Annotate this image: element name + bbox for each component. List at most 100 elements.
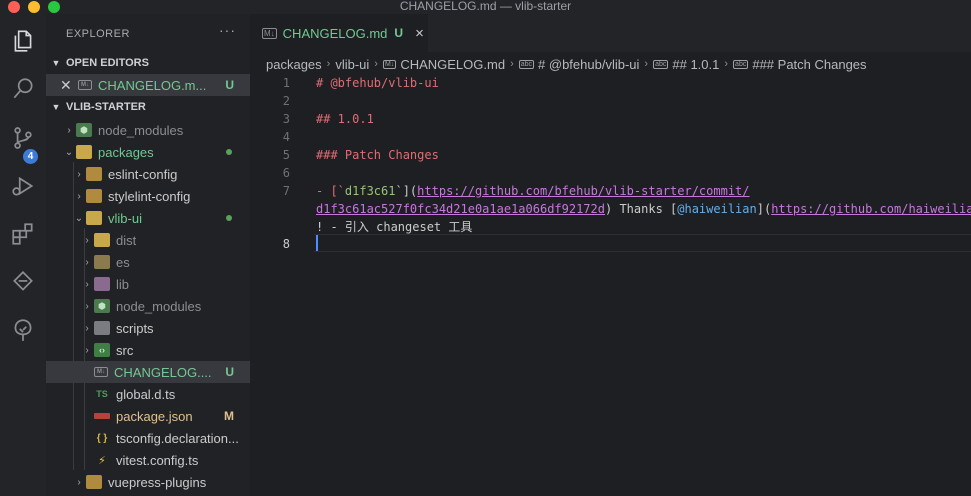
explorer-icon[interactable] bbox=[9, 27, 37, 55]
chevron-right-icon: › bbox=[510, 58, 514, 70]
close-icon[interactable]: × bbox=[415, 25, 424, 42]
breadcrumb-item[interactable]: CHANGELOG.md bbox=[400, 57, 505, 72]
title-bar: CHANGELOG.md — vlib-starter bbox=[0, 0, 971, 14]
chevron-right-icon: › bbox=[724, 58, 729, 70]
folder-open-icon bbox=[86, 211, 102, 225]
current-line-highlight bbox=[314, 234, 971, 252]
tree-item-node-modules-nested[interactable]: › ⬢ node_modules bbox=[46, 295, 250, 317]
close-icon[interactable]: ✕ bbox=[60, 77, 76, 94]
line-number: 8 bbox=[282, 237, 290, 251]
more-actions-icon[interactable]: ··· bbox=[219, 22, 236, 38]
typescript-icon: TS bbox=[96, 389, 108, 399]
window-title: CHANGELOG.md — vlib-starter bbox=[399, 0, 572, 13]
folder-lib-icon bbox=[94, 277, 110, 291]
tree-item-stylelint-config[interactable]: › stylelint-config bbox=[46, 185, 250, 207]
folder-dist-icon bbox=[94, 233, 110, 247]
project-section[interactable]: ▼ VLIB-STARTER bbox=[46, 96, 250, 118]
line-number: 6 bbox=[282, 166, 290, 180]
tree-item-dist[interactable]: › dist bbox=[46, 229, 250, 251]
folder-icon bbox=[86, 167, 102, 181]
breadcrumb-item[interactable]: ### Patch Changes bbox=[752, 57, 866, 72]
tab-status: U bbox=[394, 26, 404, 40]
code-line-5: ### Patch Changes bbox=[316, 148, 439, 162]
chevron-right-icon: › bbox=[85, 300, 89, 312]
breadcrumb-item[interactable]: vlib-ui bbox=[335, 57, 369, 72]
tree-item-tsconfig[interactable]: { } tsconfig.declaration... bbox=[46, 427, 250, 449]
code-line-3: ## 1.0.1 bbox=[316, 112, 374, 126]
explorer-title: EXPLORER bbox=[66, 28, 130, 40]
code-editor[interactable]: 1 2 3 4 5 6 7 8 # @bfehub/vlib-ui ## 1.0… bbox=[250, 74, 971, 496]
tab-changelog[interactable]: M↓ CHANGELOG.md U × bbox=[250, 14, 428, 52]
modified-dot bbox=[226, 215, 232, 221]
breadcrumb-item[interactable]: # @bfehub/vlib-ui bbox=[538, 57, 639, 72]
line-number: 1 bbox=[282, 76, 290, 90]
extensions-icon[interactable] bbox=[9, 220, 37, 248]
chevron-right-icon: › bbox=[85, 256, 89, 268]
tree-item-package-json[interactable]: package.json M bbox=[46, 405, 250, 427]
chevron-down-icon: ⌄ bbox=[74, 212, 84, 224]
line-number: 4 bbox=[282, 130, 290, 144]
chevron-right-icon: › bbox=[77, 476, 81, 488]
symbol-string-icon: abc bbox=[653, 59, 669, 69]
tree-item-src[interactable]: › ‹› src bbox=[46, 339, 250, 361]
tree-icon[interactable] bbox=[9, 316, 37, 344]
modified-dot bbox=[226, 149, 232, 155]
chevron-down-icon: ⌄ bbox=[64, 146, 74, 158]
search-icon[interactable] bbox=[9, 75, 37, 103]
source-control-icon[interactable] bbox=[9, 124, 37, 152]
folder-src-icon: ‹› bbox=[94, 343, 110, 357]
activity-bar: 4 bbox=[0, 14, 46, 496]
tree-item-es[interactable]: › es bbox=[46, 251, 250, 273]
chevron-right-icon: › bbox=[85, 234, 89, 246]
chevron-right-icon: › bbox=[67, 124, 71, 136]
chevron-right-icon: › bbox=[85, 344, 89, 356]
breadcrumb-item[interactable]: packages bbox=[266, 57, 322, 72]
folder-node-icon: ⬢ bbox=[76, 123, 92, 137]
git-graph-icon[interactable] bbox=[9, 268, 37, 296]
line-number: 3 bbox=[282, 112, 290, 126]
vitest-icon: ⚡ bbox=[98, 454, 106, 467]
folder-icon bbox=[94, 255, 110, 269]
folder-icon bbox=[86, 475, 102, 489]
chevron-right-icon: › bbox=[326, 58, 331, 70]
chevron-right-icon: › bbox=[85, 278, 89, 290]
code-line-1: # @bfehub/vlib-ui bbox=[316, 76, 439, 90]
breadcrumb: packages › vlib-ui › M↓ CHANGELOG.md › a… bbox=[266, 55, 867, 73]
open-editors-section[interactable]: ▼ OPEN EDITORS bbox=[46, 52, 250, 74]
line-number: 2 bbox=[282, 94, 290, 108]
chevron-right-icon: › bbox=[644, 58, 649, 70]
chevron-down-icon: ▼ bbox=[51, 102, 61, 112]
tree-item-scripts[interactable]: › scripts bbox=[46, 317, 250, 339]
chevron-right-icon: › bbox=[85, 322, 89, 334]
markdown-icon: M↓ bbox=[94, 367, 108, 377]
markdown-icon: M↓ bbox=[382, 59, 397, 69]
line-number: 7 bbox=[282, 184, 290, 198]
tab-bar: M↓ CHANGELOG.md U × bbox=[250, 14, 971, 52]
folder-scripts-icon bbox=[94, 321, 110, 335]
tab-label: CHANGELOG.md bbox=[282, 25, 388, 41]
tree-item-vlib-ui[interactable]: ⌄ vlib-ui bbox=[46, 207, 250, 229]
tree-item-global-d-ts[interactable]: TS global.d.ts bbox=[46, 383, 250, 405]
tree-item-lib[interactable]: › lib bbox=[46, 273, 250, 295]
markdown-icon: M↓ bbox=[262, 27, 277, 39]
run-debug-icon[interactable] bbox=[9, 172, 37, 200]
folder-node-icon: ⬢ bbox=[94, 299, 110, 313]
breadcrumb-item[interactable]: ## 1.0.1 bbox=[672, 57, 719, 72]
folder-open-icon bbox=[76, 145, 92, 159]
chevron-down-icon: ▼ bbox=[51, 58, 61, 68]
code-line-7: - [`d1f3c61`](https://github.com/bfehub/… bbox=[316, 184, 750, 198]
open-editor-item[interactable]: ✕ M↓ CHANGELOG.m... U bbox=[46, 74, 250, 96]
tree-item-eslint-config[interactable]: › eslint-config bbox=[46, 163, 250, 185]
explorer-sidebar: EXPLORER ··· ▼ OPEN EDITORS ✕ M↓ CHANGEL… bbox=[46, 14, 250, 496]
tree-item-vuepress-plugins[interactable]: › vuepress-plugins bbox=[46, 471, 250, 493]
text-cursor bbox=[316, 235, 318, 251]
npm-icon bbox=[94, 413, 110, 419]
chevron-right-icon: › bbox=[374, 58, 378, 70]
line-number: 5 bbox=[282, 148, 290, 162]
folder-icon bbox=[86, 189, 102, 203]
tree-item-vitest-config[interactable]: ⚡ vitest.config.ts bbox=[46, 449, 250, 471]
tree-item-packages[interactable]: ⌄ packages bbox=[46, 141, 250, 163]
tree-item-node-modules[interactable]: › ⬢ node_modules bbox=[46, 119, 250, 141]
tree-item-changelog[interactable]: M↓ CHANGELOG.... U bbox=[46, 361, 250, 383]
chevron-right-icon: › bbox=[77, 190, 81, 202]
